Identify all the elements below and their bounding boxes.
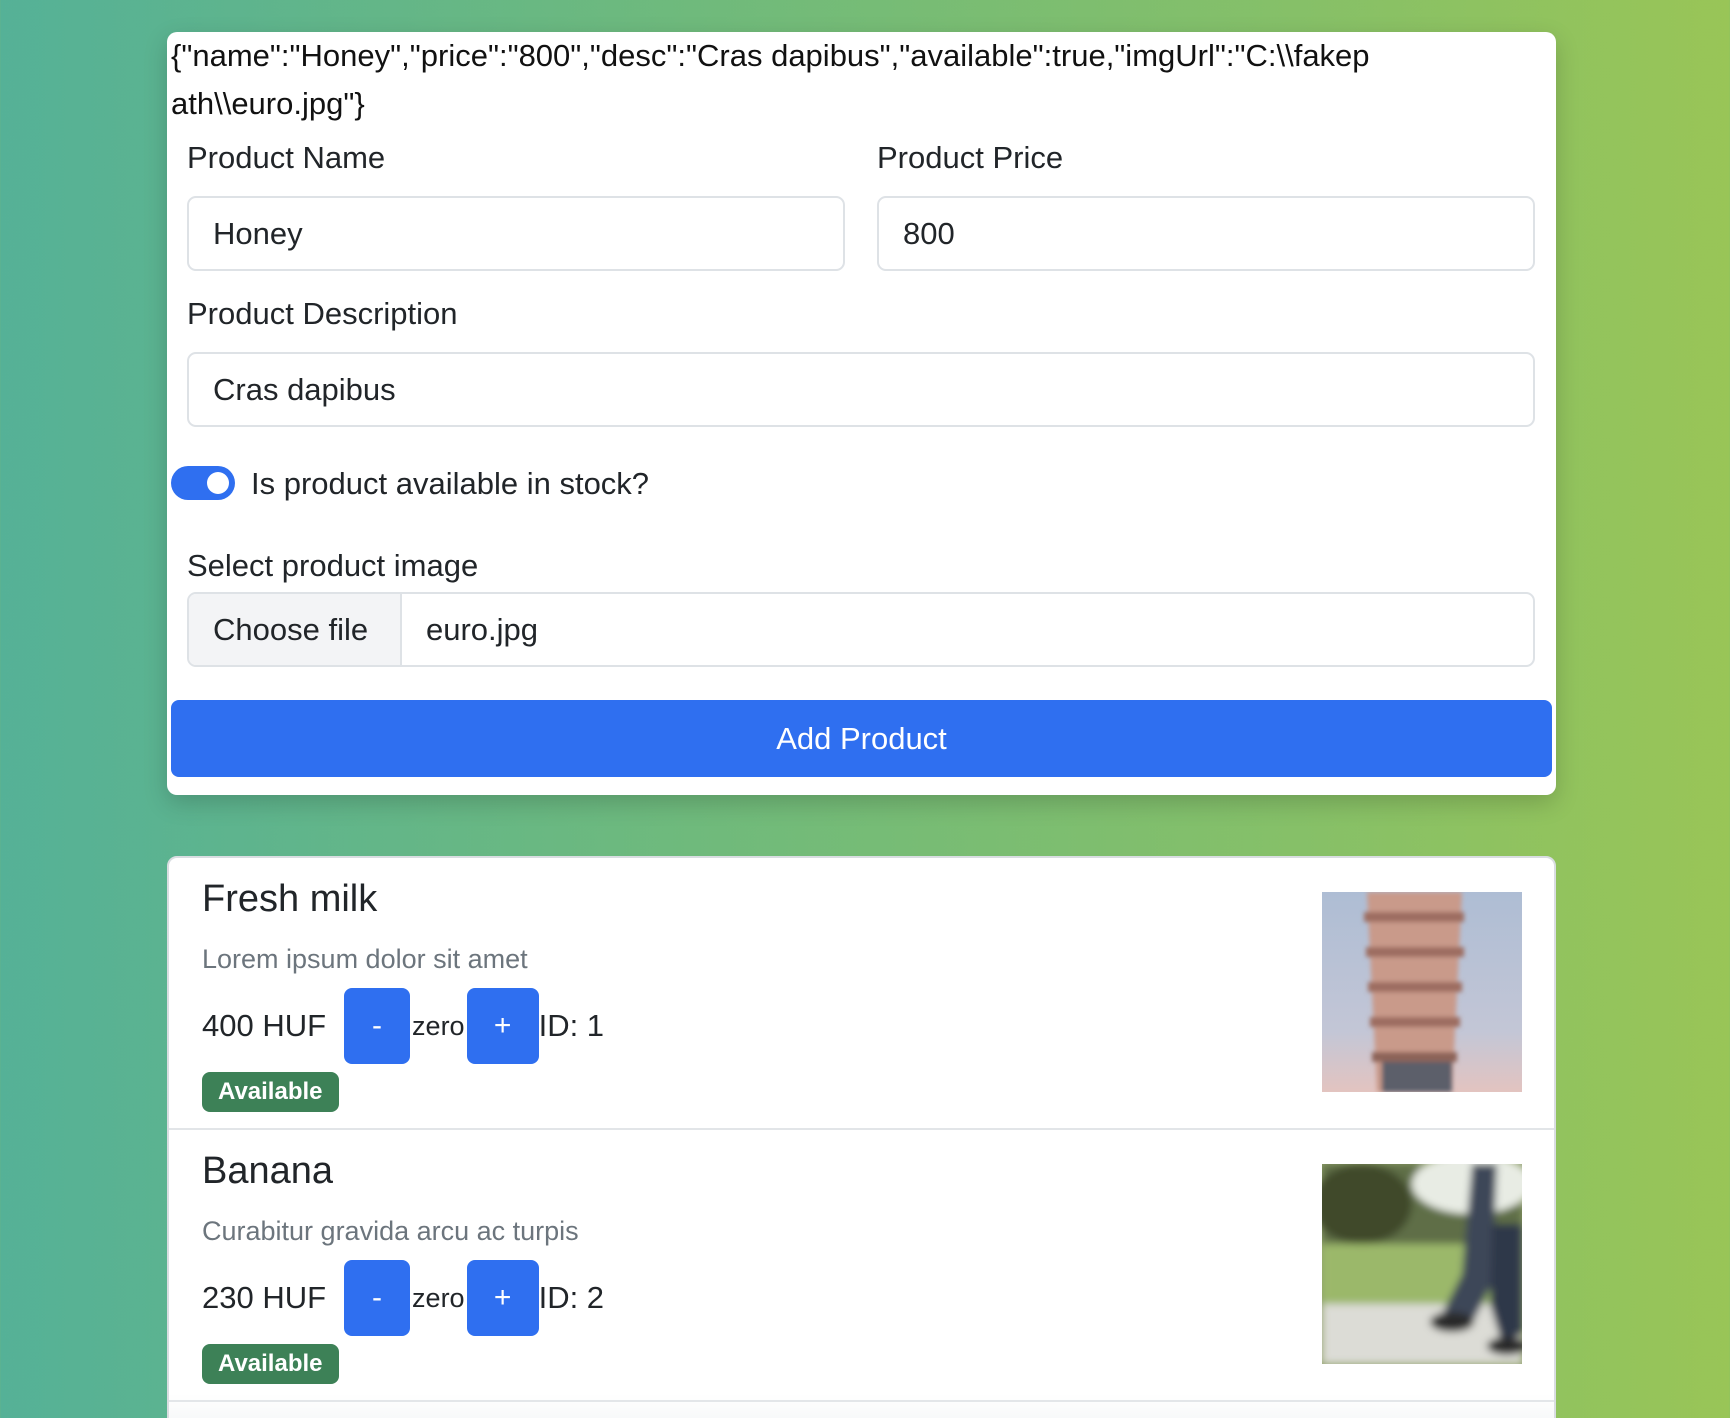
product-description-label: Product Description [187, 296, 458, 331]
product-price-label: Product Price [877, 140, 1064, 175]
product-image-label: Select product image [187, 548, 479, 583]
choose-file-button[interactable]: Choose file [189, 594, 402, 665]
status-badge: Available [202, 1344, 339, 1384]
product-name: Fresh milk [202, 878, 378, 920]
product-price: 230 HUF [202, 1280, 327, 1315]
product-id: ID: 2 [538, 1280, 605, 1315]
list-item: Fresh milk Lorem ipsum dolor sit amet 40… [169, 858, 1554, 1130]
available-label: Is product available in stock? [251, 466, 650, 501]
product-price: 400 HUF [202, 1008, 327, 1043]
product-price-input[interactable]: 800 [877, 196, 1535, 271]
product-image [1322, 1164, 1522, 1364]
product-name-label: Product Name [187, 140, 386, 175]
toggle-knob [207, 472, 229, 494]
product-description: Lorem ipsum dolor sit amet [202, 944, 528, 974]
quantity-value: zero [412, 1282, 465, 1313]
add-product-button[interactable]: Add Product [171, 700, 1552, 777]
increment-button[interactable]: + [466, 1260, 539, 1336]
product-description-input[interactable]: Cras dapibus [187, 352, 1535, 427]
product-image [1322, 892, 1522, 1092]
quantity-value: zero [412, 1010, 465, 1041]
park-walker-photo-icon [1322, 1164, 1522, 1364]
product-name: Banana [202, 1150, 334, 1192]
form-state-json: {"name":"Honey","price":"800","desc":"Cr… [171, 38, 1370, 121]
available-toggle[interactable] [171, 466, 235, 500]
decrement-button[interactable]: - [344, 988, 411, 1064]
selected-file-name: euro.jpg [426, 612, 539, 647]
product-description: Curabitur gravida arcu ac turpis [202, 1216, 579, 1246]
list-item: Banana Curabitur gravida arcu ac turpis … [169, 1130, 1554, 1402]
decrement-button[interactable]: - [344, 1260, 411, 1336]
price-quantity-row: 230 HUF - zero + ID: 2 [202, 1260, 604, 1336]
product-image-file-input[interactable]: Choose file euro.jpg [187, 592, 1535, 667]
product-name-input[interactable]: Honey [187, 196, 845, 271]
tower-photo-icon [1322, 892, 1522, 1092]
price-quantity-row: 400 HUF - zero + ID: 1 [202, 988, 604, 1064]
product-id: ID: 1 [538, 1008, 605, 1043]
status-badge: Available [202, 1072, 339, 1112]
increment-button[interactable]: + [466, 988, 539, 1064]
scroll-fade [169, 1394, 1554, 1418]
product-list: Fresh milk Lorem ipsum dolor sit amet 40… [167, 856, 1556, 1418]
add-product-form-card: {"name":"Honey","price":"800","desc":"Cr… [167, 32, 1556, 795]
